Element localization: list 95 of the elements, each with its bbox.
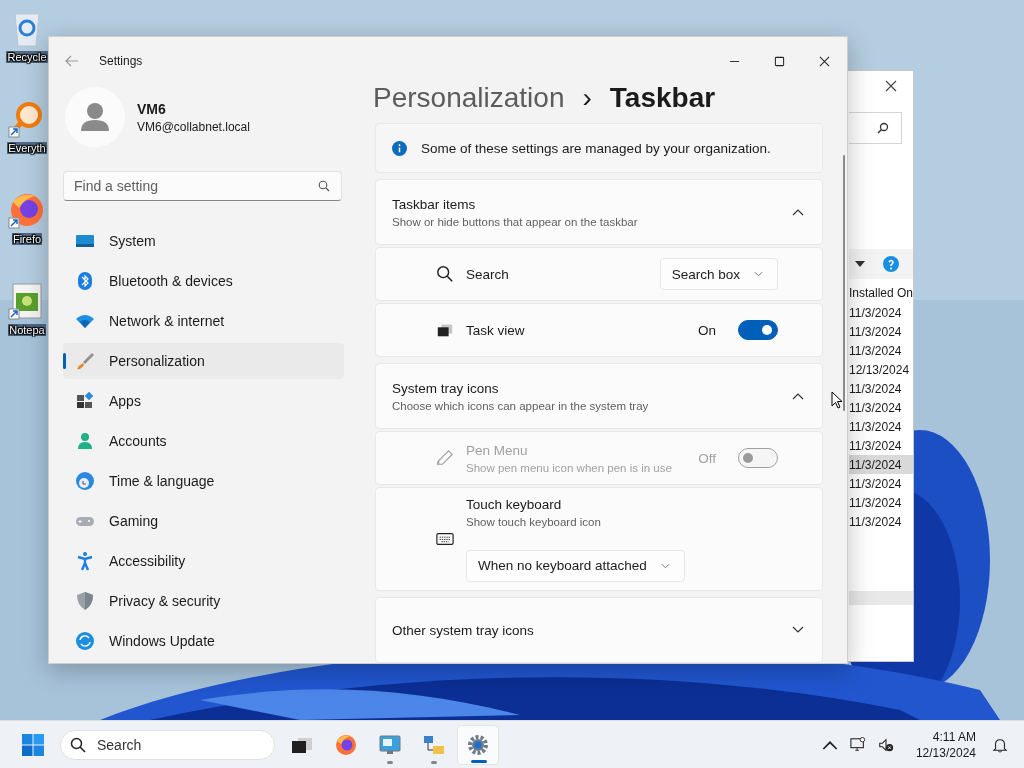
close-icon[interactable] bbox=[885, 80, 897, 92]
dropdown[interactable]: When no keyboard attached bbox=[466, 549, 685, 582]
nav-item[interactable]: Network & internet bbox=[63, 303, 344, 339]
setting-label: Task view bbox=[466, 322, 525, 338]
section-title: Other system tray icons bbox=[392, 622, 535, 638]
brush-icon bbox=[75, 351, 95, 371]
table-cell[interactable]: 11/3/2024 bbox=[849, 512, 913, 531]
gear-icon bbox=[466, 732, 490, 757]
back-arrow-icon[interactable] bbox=[65, 55, 79, 67]
refresh-icon bbox=[75, 631, 95, 651]
setting-label: Pen Menu bbox=[466, 442, 529, 458]
column-header[interactable]: Installed On bbox=[849, 283, 913, 303]
nav-item[interactable]: Gaming bbox=[63, 503, 344, 539]
section-title: System tray icons bbox=[392, 380, 500, 396]
settings-search-field[interactable]: Find a setting bbox=[63, 171, 342, 201]
chevron-icon[interactable] bbox=[792, 208, 804, 216]
table-cell[interactable]: 11/3/2024 bbox=[849, 455, 913, 474]
taskbar-search-field[interactable]: Search bbox=[60, 729, 275, 760]
shield-icon bbox=[75, 591, 95, 611]
windows-logo-icon[interactable] bbox=[21, 732, 45, 757]
cursor-icon bbox=[831, 391, 843, 409]
speaker-muted-icon[interactable] bbox=[877, 736, 894, 753]
table-cell[interactable]: 11/3/2024 bbox=[849, 493, 913, 512]
help-icon[interactable] bbox=[883, 256, 899, 272]
search-icon bbox=[318, 180, 330, 192]
toggle-state: On bbox=[698, 322, 716, 338]
nav-item[interactable]: Bluetooth & devices bbox=[63, 263, 344, 299]
running-indicator bbox=[431, 760, 437, 764]
search-field[interactable] bbox=[849, 112, 902, 144]
keyboard-icon bbox=[436, 530, 454, 548]
chevron-icon[interactable] bbox=[792, 626, 804, 634]
chevron-down-icon bbox=[660, 562, 670, 569]
dropdown[interactable]: Search box bbox=[659, 258, 778, 290]
running-indicator bbox=[471, 759, 487, 763]
setting-description: Show pen menu icon when pen is in use bbox=[466, 461, 672, 474]
search-icon bbox=[877, 122, 889, 134]
table-cell[interactable]: 11/3/2024 bbox=[849, 398, 913, 417]
nav-item[interactable]: Windows Update bbox=[63, 623, 344, 659]
chevron-down-icon bbox=[754, 271, 763, 277]
table-cell[interactable]: 11/3/2024 bbox=[849, 474, 913, 493]
running-indicator bbox=[387, 760, 393, 764]
section-title: Taskbar items bbox=[392, 196, 477, 212]
toggle-switch[interactable] bbox=[738, 320, 778, 340]
table-cell[interactable]: 11/3/2024 bbox=[849, 417, 913, 436]
nav-item[interactable]: Apps bbox=[63, 383, 344, 419]
section-subtitle: Show or hide buttons that appear on the taskbar bbox=[392, 215, 639, 228]
nav-item[interactable]: Privacy & security bbox=[63, 583, 344, 619]
clock[interactable]: 4:11 AM 12/13/2024 bbox=[915, 729, 976, 760]
taskbar-app-button[interactable] bbox=[457, 724, 499, 765]
bluetooth-icon bbox=[75, 271, 95, 291]
breadcrumb-separator: › bbox=[582, 82, 592, 114]
fox-globe-icon bbox=[334, 732, 358, 757]
notice-text: Some of these settings are managed by your organization. bbox=[421, 140, 771, 156]
setting-description: Show touch keyboard icon bbox=[466, 515, 602, 528]
person-icon bbox=[75, 431, 95, 451]
setting-label: Search bbox=[466, 266, 509, 282]
nav-item[interactable]: System bbox=[63, 223, 344, 259]
window-title: Settings bbox=[99, 54, 143, 68]
section-header[interactable]: System tray icons Choose which icons can appear in the system tray bbox=[375, 363, 823, 429]
chevron-icon[interactable] bbox=[792, 392, 804, 400]
table-cell[interactable]: 12/13/2024 bbox=[849, 360, 913, 379]
user-email: VM6@collabnet.local bbox=[137, 119, 250, 134]
scrollbar[interactable] bbox=[843, 155, 845, 411]
time: 4:11 AM bbox=[932, 729, 976, 744]
search-icon bbox=[70, 736, 86, 753]
monitor-icon bbox=[378, 732, 402, 757]
table-cell[interactable]: 11/3/2024 bbox=[849, 436, 913, 455]
table-cell[interactable]: 11/3/2024 bbox=[849, 322, 913, 341]
info-icon bbox=[392, 140, 407, 156]
pen-icon bbox=[436, 449, 454, 467]
table-cell[interactable]: 11/3/2024 bbox=[849, 341, 913, 360]
nav-item[interactable]: Accessibility bbox=[63, 543, 344, 579]
caret-icon[interactable] bbox=[855, 261, 865, 267]
table-cell[interactable]: 11/3/2024 bbox=[849, 379, 913, 398]
user-name: VM6 bbox=[137, 100, 167, 117]
section-header[interactable]: Other system tray icons bbox=[375, 597, 823, 663]
globe-icon bbox=[75, 471, 95, 491]
nav-item[interactable]: Personalization bbox=[63, 343, 344, 379]
avatar-icon[interactable] bbox=[65, 87, 125, 147]
date: 12/13/2024 bbox=[915, 745, 976, 760]
table-cell[interactable]: 11/3/2024 bbox=[849, 303, 913, 322]
page-title: Taskbar bbox=[609, 82, 716, 114]
accessibility-icon bbox=[75, 551, 95, 571]
bell-icon[interactable] bbox=[992, 736, 1008, 753]
setting-label: Touch keyboard bbox=[466, 496, 563, 512]
toggle-state: Off bbox=[698, 450, 716, 466]
nav-item[interactable]: Time & language bbox=[63, 463, 344, 499]
search-icon bbox=[436, 265, 454, 283]
section-header[interactable]: Taskbar items Show or hide buttons that appear on the taskbar bbox=[375, 179, 823, 245]
section-subtitle: Choose which icons can appear in the system tray bbox=[392, 399, 650, 412]
apps-icon bbox=[75, 391, 95, 411]
nav-item[interactable]: Accounts bbox=[63, 423, 344, 459]
scrollbar[interactable] bbox=[849, 591, 913, 605]
breadcrumb-link[interactable]: Personalization bbox=[373, 82, 565, 114]
network-icon[interactable] bbox=[849, 736, 866, 753]
